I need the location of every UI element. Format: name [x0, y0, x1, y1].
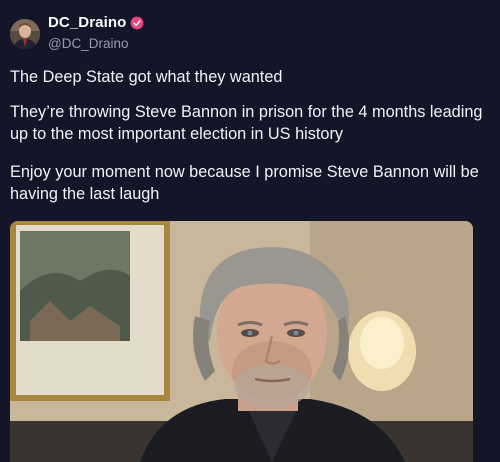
post-text-paragraph-1: The Deep State got what they wanted	[10, 68, 283, 86]
user-handle[interactable]: @DC_Draino	[48, 36, 128, 51]
portrait-photo	[10, 221, 473, 462]
verified-badge-icon	[131, 16, 144, 29]
display-name[interactable]: DC_Draino	[48, 14, 126, 31]
avatar[interactable]	[10, 19, 40, 49]
author-name-row: DC_Draino	[48, 14, 144, 31]
post-text-paragraph-2: They’re throwing Steve Bannon in prison …	[10, 103, 483, 143]
post-text-paragraph-3: Enjoy your moment now because I promise …	[10, 163, 479, 203]
post-card: DC_Draino @DC_Draino The Deep State got …	[0, 0, 500, 462]
post-image[interactable]	[10, 221, 473, 462]
